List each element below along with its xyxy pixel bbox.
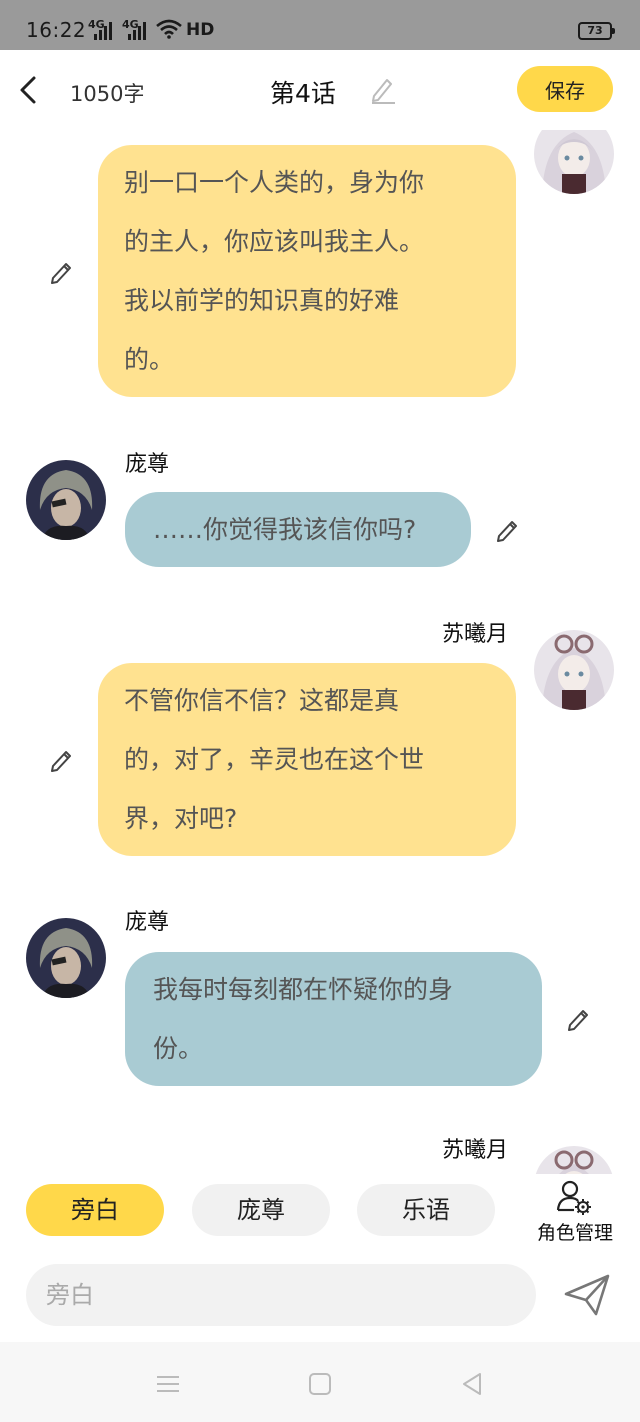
signal-bars-2-icon	[128, 22, 146, 40]
input-row	[0, 1258, 640, 1342]
title-edit-pencil-icon[interactable]	[368, 74, 398, 104]
message-line: 的，对了，辛灵也在这个世	[124, 745, 425, 774]
role-chip-narration[interactable]: 旁白	[26, 1184, 164, 1236]
message-bubble[interactable]: ……你觉得我该信你吗?	[125, 492, 471, 567]
editor-header: 1050字 第4话 保存	[0, 50, 640, 130]
message-line: 我每时每刻都在怀疑你的身	[153, 975, 454, 1004]
role-manage-button[interactable]: 角色管理	[532, 1178, 618, 1244]
speaker-name: 苏曦月	[442, 1138, 509, 1163]
message-edit-pencil-icon[interactable]	[565, 1005, 593, 1033]
system-nav-bar	[0, 1342, 640, 1422]
avatar-suxiyue[interactable]	[534, 630, 614, 710]
wifi-icon	[156, 19, 182, 39]
message-edit-pencil-icon[interactable]	[494, 516, 522, 544]
chat-area[interactable]: 别一口一个人类的，身为你 的主人，你应该叫我主人。 我以前学的知识真的好难 的。…	[0, 130, 640, 1174]
role-selector: 旁白 庞尊 乐语 角色管理	[0, 1174, 640, 1258]
message-line: 别一口一个人类的，身为你	[124, 168, 425, 197]
status-bar: 16:22 4G 4G HD 73	[0, 0, 640, 50]
role-chip-pangzun[interactable]: 庞尊	[192, 1184, 330, 1236]
message-line: ……你觉得我该信你吗?	[153, 515, 417, 544]
role-manage-label: 角色管理	[536, 1222, 613, 1244]
menu-icon[interactable]	[154, 1370, 182, 1398]
home-icon[interactable]	[306, 1370, 334, 1398]
message-line: 的主人，你应该叫我主人。	[124, 227, 425, 256]
message-edit-pencil-icon[interactable]	[48, 258, 76, 286]
role-chip-leyu[interactable]: 乐语	[357, 1184, 495, 1236]
message-bubble[interactable]: 别一口一个人类的，身为你 的主人，你应该叫我主人。 我以前学的知识真的好难 的。	[98, 145, 516, 397]
back-arrow-icon[interactable]	[14, 72, 44, 108]
avatar-suxiyue[interactable]	[534, 1146, 614, 1174]
message-line: 的。	[124, 345, 175, 374]
status-time: 16:22	[26, 18, 87, 42]
battery-icon: 73	[578, 22, 615, 40]
message-bubble[interactable]: 我每时每刻都在怀疑你的身 份。	[125, 952, 542, 1086]
speaker-name: 庞尊	[125, 910, 170, 935]
send-icon[interactable]	[562, 1272, 612, 1318]
message-bubble[interactable]: 不管你信不信？这都是真 的，对了，辛灵也在这个世 界，对吧?	[98, 663, 516, 856]
signal-bars-1-icon	[94, 22, 112, 40]
message-input[interactable]	[26, 1264, 536, 1326]
message-line: 我以前学的知识真的好难	[124, 286, 400, 315]
message-line: 不管你信不信？这都是真	[124, 686, 400, 715]
message-edit-pencil-icon[interactable]	[48, 746, 76, 774]
speaker-name: 苏曦月	[442, 622, 509, 647]
word-count: 1050字	[70, 82, 145, 106]
hd-indicator: HD	[186, 20, 215, 40]
speaker-name: 庞尊	[125, 452, 170, 477]
message-line: 界，对吧?	[124, 804, 238, 833]
user-settings-icon	[556, 1180, 591, 1215]
avatar-suxiyue[interactable]	[534, 130, 614, 194]
chapter-title[interactable]: 第4话	[270, 74, 336, 110]
avatar-pangzun[interactable]	[26, 460, 106, 540]
save-button[interactable]: 保存	[517, 66, 613, 112]
back-triangle-icon[interactable]	[458, 1370, 486, 1398]
message-line: 份。	[153, 1034, 204, 1063]
avatar-pangzun[interactable]	[26, 918, 106, 998]
